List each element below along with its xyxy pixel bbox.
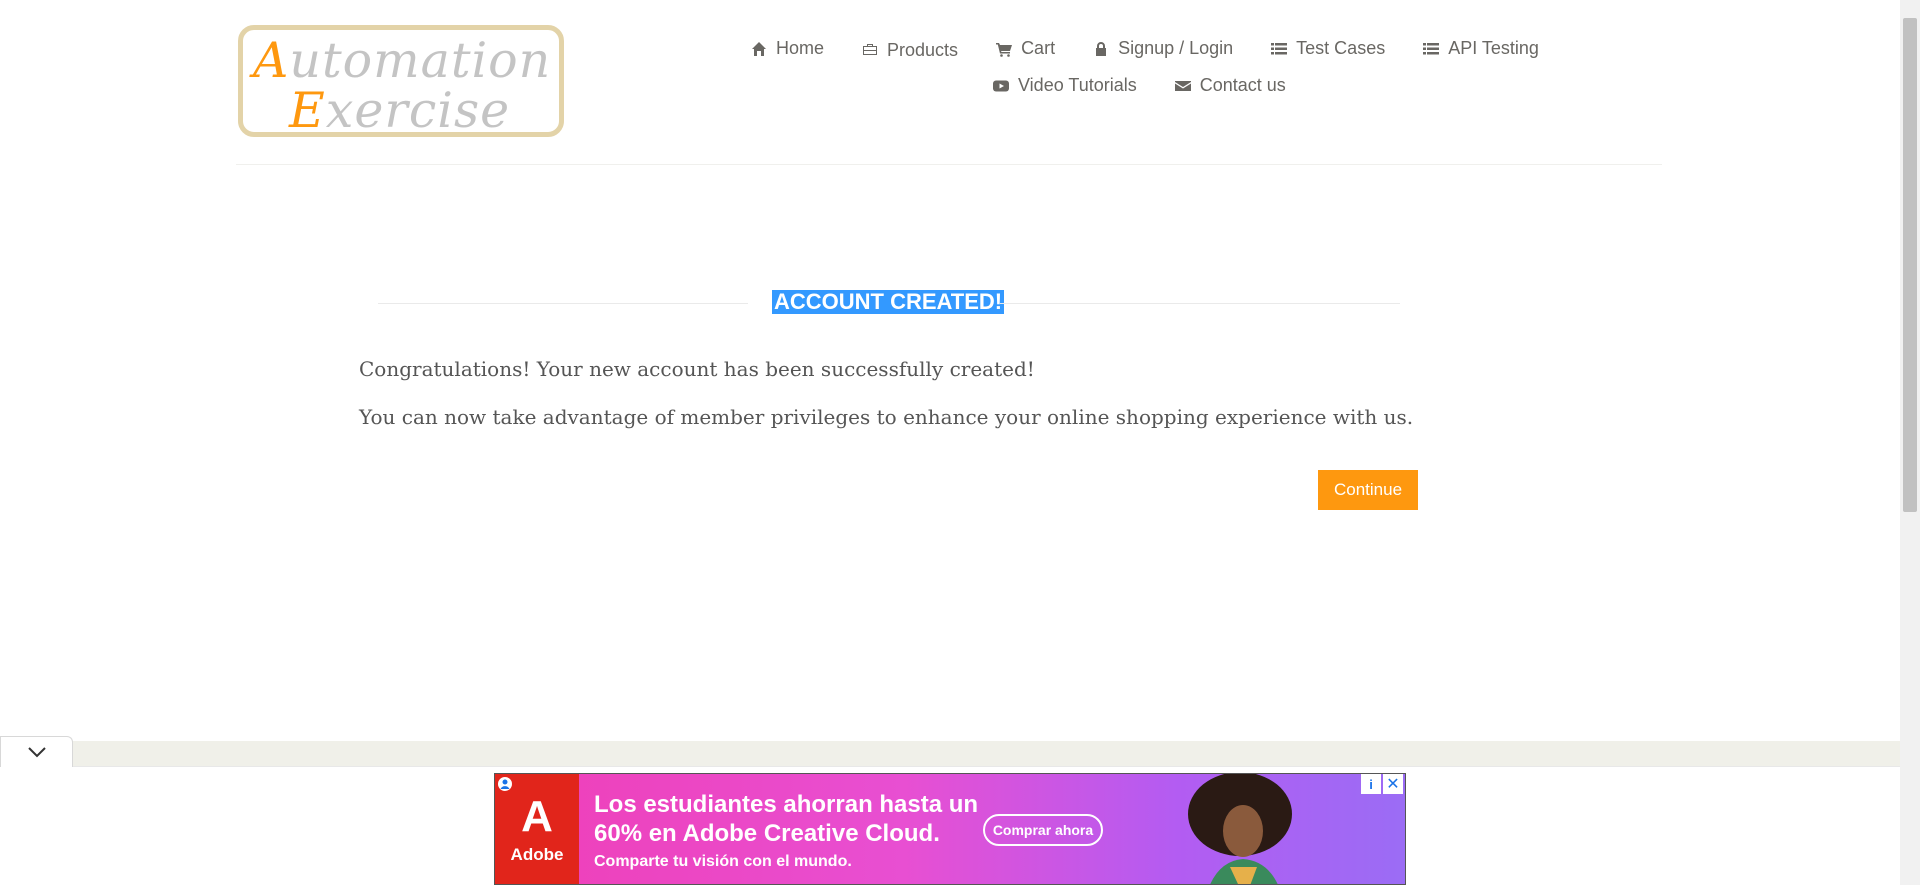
youtube-icon <box>992 77 1010 95</box>
header-divider <box>236 164 1662 165</box>
ad-cta-button[interactable]: Comprar ahora <box>983 814 1103 846</box>
nav-products-label: Products <box>887 40 959 60</box>
nav-contact-us-label: Contact us <box>1199 75 1286 95</box>
ad-badge-icon <box>498 777 512 791</box>
ad-close-icon[interactable]: ✕ <box>1383 774 1403 794</box>
collapse-ad-button[interactable] <box>0 736 73 767</box>
page-title: ACCOUNT CREATED! <box>772 289 1005 314</box>
congratulations-message: Congratulations! Your new account has be… <box>359 357 1035 381</box>
nav-test-cases[interactable]: Test Cases <box>1270 38 1385 59</box>
lock-icon <box>1092 40 1110 58</box>
logo-cap-a: A <box>253 32 290 89</box>
nav-row-1: Home Products Cart Signup / Login Test C… <box>750 38 1576 60</box>
nav-home[interactable]: Home <box>750 38 824 59</box>
nav-row-2: Video Tutorials Contact us <box>992 75 1323 96</box>
nav-signup-login-label: Signup / Login <box>1118 38 1234 58</box>
nav-contact-us[interactable]: Contact us <box>1174 75 1286 96</box>
nav-cart-label: Cart <box>1021 38 1056 58</box>
account-created-heading: ACCOUNT CREATED! <box>378 290 1400 314</box>
nav-home-label: Home <box>776 38 825 58</box>
adobe-ad-banner[interactable]: A Adobe Los estudiantes ahorran hasta un… <box>494 773 1406 885</box>
logo-text-automation: utomation <box>289 32 552 89</box>
logo-line-1: Automation <box>253 32 551 89</box>
envelope-icon <box>1174 77 1192 95</box>
nav-signup-login[interactable]: Signup / Login <box>1092 38 1233 59</box>
list-icon <box>1422 40 1440 58</box>
heading-rule-left <box>378 303 748 304</box>
nav-api-testing[interactable]: API Testing <box>1422 38 1539 59</box>
chevron-down-icon <box>27 747 46 758</box>
list-icon <box>1270 40 1288 58</box>
heading-rule-right <box>1000 303 1400 304</box>
nav-test-cases-label: Test Cases <box>1296 38 1386 58</box>
site-logo[interactable]: Automation Exercise <box>238 25 564 139</box>
ad-person-image <box>1188 774 1292 884</box>
vertical-scrollbar[interactable] <box>1900 0 1920 885</box>
nav-video-tutorials[interactable]: Video Tutorials <box>992 75 1137 96</box>
logo-text-exercise: xercise <box>325 82 511 139</box>
nav-products[interactable]: Products <box>861 38 959 60</box>
ad-subtext: Comparte tu visión con el mundo. <box>594 853 852 870</box>
logo-line-2: Exercise <box>289 82 510 139</box>
adobe-a-icon: A <box>521 792 553 841</box>
ad-brand: Adobe <box>510 845 564 864</box>
home-icon <box>750 40 768 58</box>
cart-icon <box>995 40 1013 58</box>
nav-cart[interactable]: Cart <box>995 38 1055 59</box>
ad-headline: Los estudiantes ahorran hasta un 60% en … <box>594 791 979 847</box>
privileges-message: You can now take advantage of member pri… <box>359 405 1414 429</box>
briefcase-icon <box>861 40 879 58</box>
nav-video-tutorials-label: Video Tutorials <box>1018 75 1137 95</box>
continue-button[interactable]: Continue <box>1318 470 1418 510</box>
scrollbar-thumb[interactable] <box>1903 18 1917 512</box>
nav-api-testing-label: API Testing <box>1448 38 1539 58</box>
logo-cap-e: E <box>289 82 326 139</box>
ad-info-icon[interactable]: i <box>1361 774 1381 794</box>
